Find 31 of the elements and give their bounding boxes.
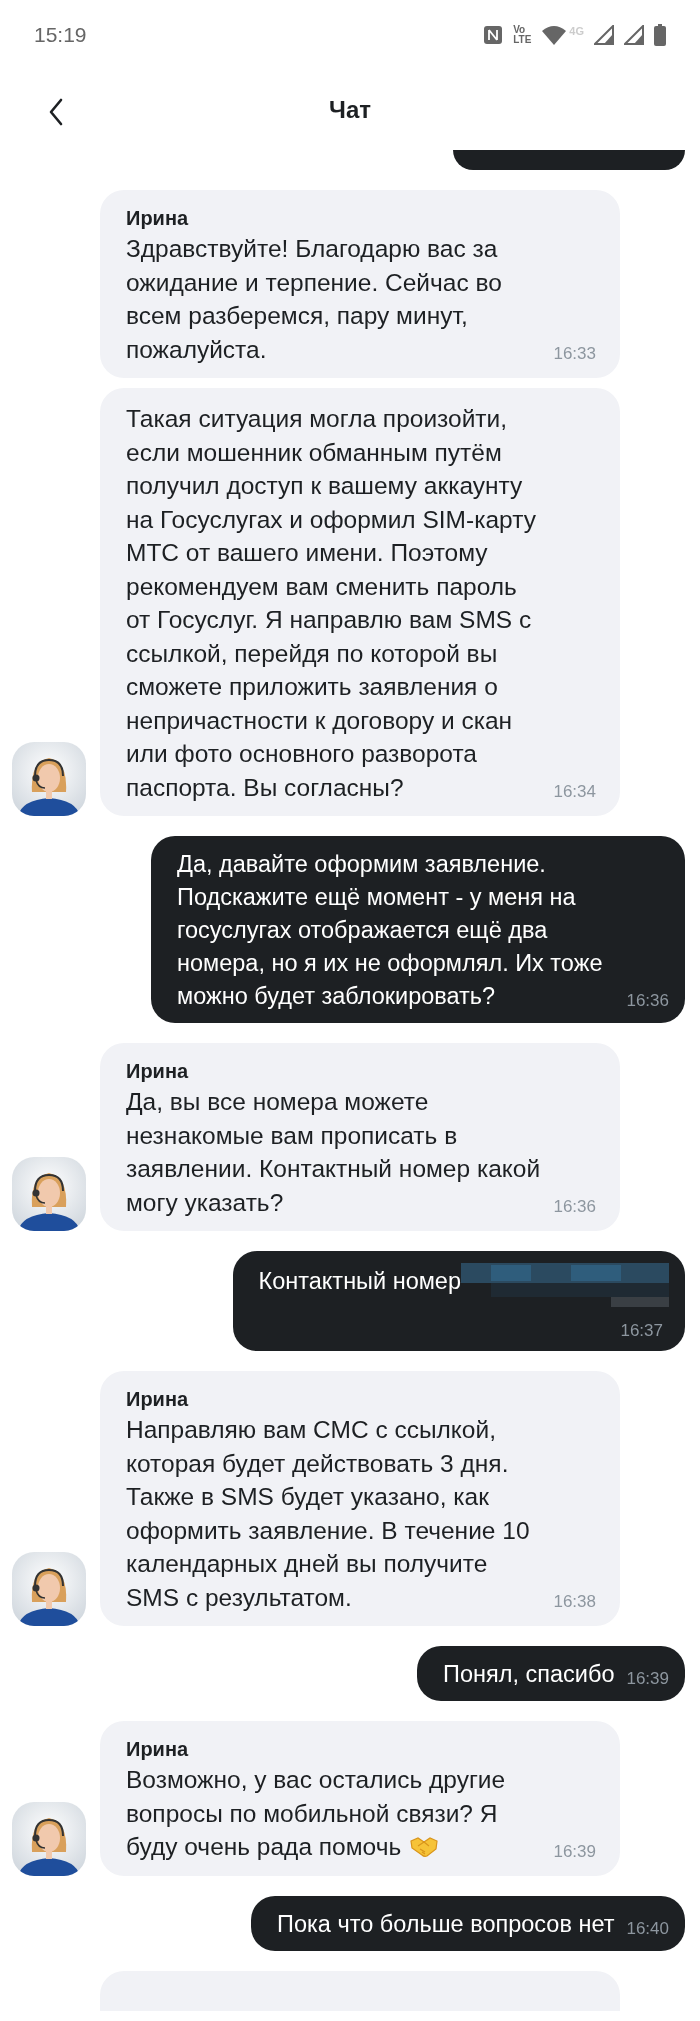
- message-text: Здравствуйте! Благодарю вас за ожидание и терпение. Сейчас во всем разберемся, пару минут, пожалуйста.: [126, 234, 503, 365]
- message-time: 16:36: [626, 990, 669, 1012]
- signal-icon: [594, 25, 614, 45]
- message-time: 16:38: [553, 1591, 596, 1613]
- message-text: Возможно, у вас остались другие вопросы по мобильной связи? Я буду очень рада помочь: [126, 1765, 507, 1862]
- battery-icon: [654, 24, 666, 46]
- sender-name: Ирина: [126, 206, 190, 231]
- status-time: 15:19: [34, 22, 87, 49]
- volte-indicator: Vo LTE: [513, 25, 532, 45]
- message-text: Да, вы все номера можете незнакомые вам прописать в заявлении. Контактный номер какой могу указать?: [126, 1087, 542, 1218]
- message-text: Да, давайте оформим заявление. Подскажите ещё момент - у меня на госуслугах отображается ещё два номера, но я их не оформлял. Их тоже можно будет заблокировать?: [177, 850, 604, 1011]
- sender-name: Ирина: [126, 1737, 190, 1762]
- message-text: Контактный номер: [258, 1267, 461, 1296]
- message-time: 16:33: [553, 343, 596, 365]
- message-text: Направляю вам СМС с ссылкой, которая будет действовать 3 дня. Также в SMS будет указано, как оформить заявление. В течение 10 календарных дней вы получите SMS с результатом.: [126, 1415, 531, 1613]
- page-title: Чат: [329, 95, 371, 125]
- message-text: Пока что больше вопросов нет: [277, 1909, 615, 1939]
- signal-icon: [624, 25, 644, 45]
- wifi-icon: [541, 25, 568, 45]
- message-time: 16:39: [626, 1668, 669, 1690]
- message-time: 16:34: [553, 781, 596, 803]
- message-text: Понял, спасибо: [443, 1660, 615, 1689]
- back-icon: [48, 98, 64, 126]
- message-time: 16:39: [553, 1840, 596, 1863]
- message-time: 16:37: [620, 1321, 664, 1341]
- sender-name: Ирина: [126, 1059, 190, 1084]
- message-time: 16:36: [553, 1196, 596, 1218]
- message-text: Такая ситуация могла произойти, если мошенник обманным путём получил доступ к вашему аккаунту на Госуслугах и оформил SIM-карту МТС от вашего имени. Поэтому рекомендуем вам сменить пароль от Госуслуг. Я направлю вам SMS с ссылкой, перейдя по которой вы сможете приложить заявления о непричастности к договору и скан или фото основного разворота паспорта. Вы согласны?: [126, 404, 537, 803]
- sender-name: Ирина: [126, 1387, 190, 1412]
- nfc-icon: [483, 25, 504, 45]
- message-time: 16:40: [626, 1917, 669, 1940]
